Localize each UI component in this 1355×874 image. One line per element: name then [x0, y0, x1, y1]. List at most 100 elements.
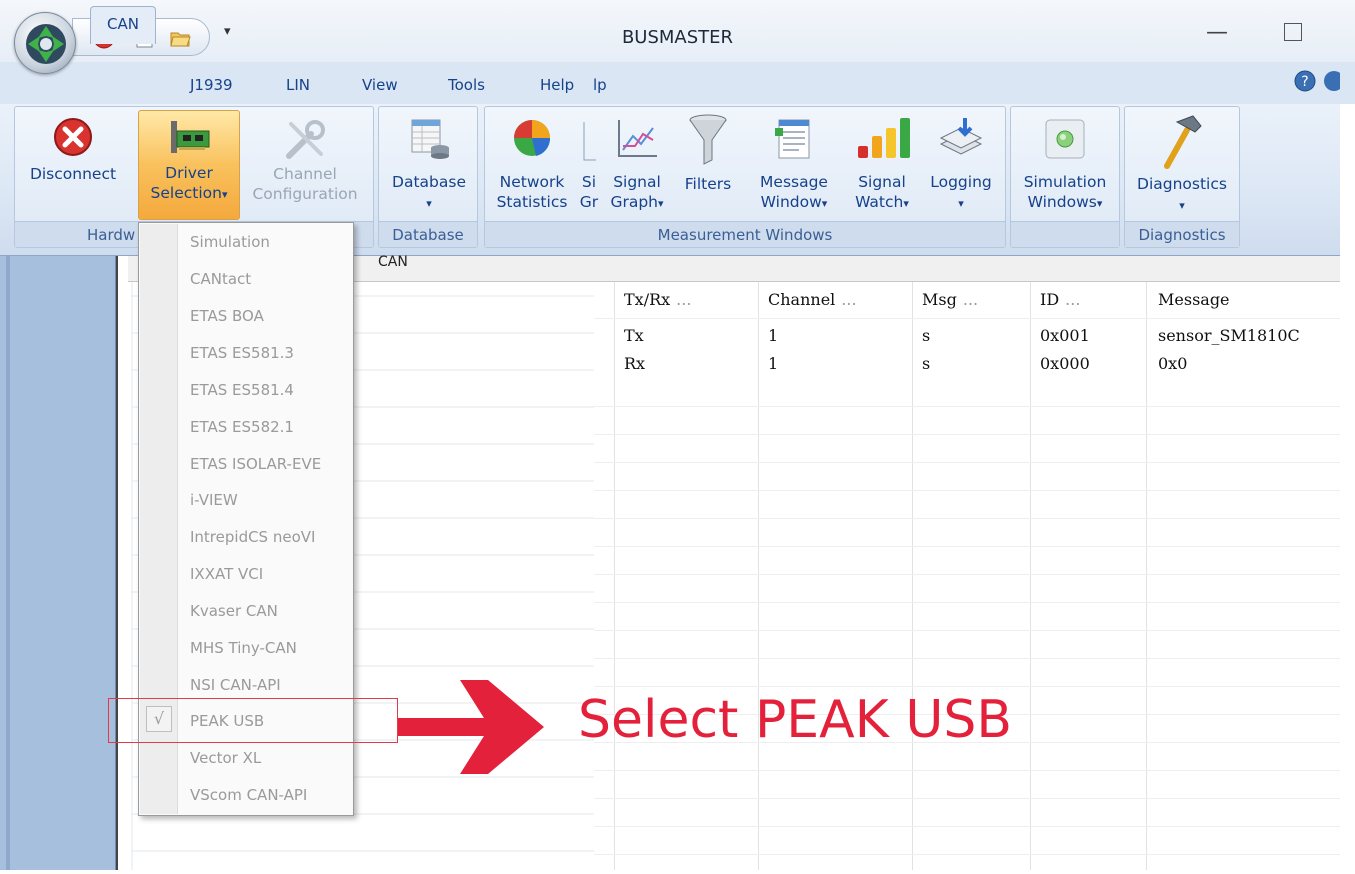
simulation-windows-button[interactable]: Simulation Windows▾: [1014, 116, 1116, 214]
message-window-label-line2: Window: [760, 193, 822, 211]
database-table-icon: [411, 119, 449, 159]
group-label-simulation: [1011, 221, 1119, 247]
group-label-measurement: Measurement Windows: [485, 221, 1005, 247]
table-row-line: [594, 658, 1340, 659]
signal-graph-clipped-button[interactable]: Si Gr: [576, 172, 602, 212]
small-graph-icon: [583, 122, 596, 161]
pie-chart-icon: [514, 120, 551, 156]
chevron-down-icon: ▾: [958, 197, 964, 210]
header-separator: [594, 318, 1340, 319]
signal-watch-label-line2: Watch: [855, 193, 904, 211]
table-cell[interactable]: 0x0: [1158, 354, 1187, 373]
menu-item-etas-boa[interactable]: ETAS BOA: [190, 307, 264, 325]
menu-item-kvaser-can[interactable]: Kvaser CAN: [190, 602, 278, 620]
help-icon[interactable]: ?: [1292, 68, 1340, 94]
channel-label-line2: Configuration: [252, 185, 358, 203]
menu-item-cantact[interactable]: CANtact: [190, 270, 251, 288]
diagnostics-button[interactable]: Diagnostics ▾: [1128, 112, 1236, 216]
table-cell[interactable]: 1: [768, 326, 778, 345]
menu-item-etas-es5813[interactable]: ETAS ES581.3: [190, 344, 294, 362]
column-header-message[interactable]: Message: [1158, 290, 1236, 309]
channel-configuration-button[interactable]: Channel Configuration: [242, 116, 368, 204]
table-row-line: [594, 602, 1340, 603]
network-label-line2: Statistics: [496, 193, 568, 211]
table-row-line: [594, 546, 1340, 547]
tab-can[interactable]: CAN: [90, 6, 156, 44]
network-statistics-button[interactable]: Network Statistics: [490, 116, 574, 212]
logging-button[interactable]: Logging ▾: [922, 116, 1000, 214]
wrench-screwdriver-icon: [286, 120, 325, 159]
column-divider: [1146, 282, 1147, 870]
column-header-msg[interactable]: Msg...: [922, 290, 978, 309]
menu-item-ixxat-vci[interactable]: IXXAT VCI: [190, 565, 263, 583]
tab-tools[interactable]: Tools: [448, 76, 485, 94]
message-window-button[interactable]: Message Window▾: [748, 116, 840, 214]
table-cell[interactable]: sensor_SM1810C: [1158, 326, 1340, 345]
tab-lin[interactable]: LIN: [286, 76, 310, 94]
maximize-icon: [1284, 23, 1302, 41]
pane-header-title: CAN: [378, 254, 408, 270]
filters-label: Filters: [684, 175, 732, 193]
table-row-line: [594, 518, 1340, 519]
menu-item-etas-es5821[interactable]: ETAS ES582.1: [190, 418, 294, 436]
clipped-label-line1: Si: [581, 173, 597, 191]
tab-help[interactable]: Help: [540, 76, 574, 94]
column-header-txrx[interactable]: Tx/Rx...: [624, 290, 691, 309]
simulation-label-line2: Windows: [1027, 193, 1097, 211]
maximize-button[interactable]: [1278, 20, 1308, 48]
tab-label: CAN: [107, 15, 139, 33]
chevron-down-icon: ▾: [1096, 197, 1103, 210]
menu-item-etas-es5814[interactable]: ETAS ES581.4: [190, 381, 294, 399]
database-button[interactable]: Database ▾: [384, 116, 474, 214]
table-cell[interactable]: Tx: [624, 326, 644, 345]
diagnostics-label: Diagnostics: [1137, 175, 1227, 193]
line-graph-icon: [618, 120, 657, 157]
column-header-channel[interactable]: Channel...: [768, 290, 857, 309]
message-table: [594, 282, 1340, 870]
menu-item-vector-xl[interactable]: Vector XL: [190, 749, 261, 767]
disconnect-button[interactable]: Disconnect: [20, 116, 126, 184]
signal-watch-button[interactable]: Signal Watch▾: [846, 116, 918, 214]
table-row-line: [594, 434, 1340, 435]
chevron-down-icon: ▾: [1179, 199, 1185, 212]
peak-usb-highlight-box: [108, 698, 398, 743]
table-cell[interactable]: 0x001: [1040, 326, 1090, 345]
column-header-id[interactable]: ID...: [1040, 290, 1080, 309]
sidebar-edge: [6, 256, 10, 870]
column-divider: [614, 282, 615, 870]
minimize-button[interactable]: —: [1202, 20, 1232, 48]
driver-card-icon: [171, 121, 210, 153]
filters-button[interactable]: Filters: [676, 112, 740, 194]
menu-item-nsi-can-api[interactable]: NSI CAN-API: [190, 676, 281, 694]
menu-item-intrepidcs-neovi[interactable]: IntrepidCS neoVI: [190, 528, 315, 546]
tab-j1939[interactable]: J1939: [190, 76, 233, 94]
signal-watch-label-line1: Signal: [858, 173, 906, 191]
logging-label: Logging: [930, 173, 992, 191]
table-row-line: [594, 770, 1340, 771]
app-menu-orb[interactable]: [14, 12, 76, 74]
disconnect-icon: [54, 118, 92, 156]
column-divider: [912, 282, 913, 870]
table-row-line: [594, 462, 1340, 463]
driver-label-line1: Driver: [165, 164, 213, 182]
signal-graph-button[interactable]: Signal Graph▾: [604, 116, 670, 214]
driver-selection-button[interactable]: Driver Selection▾: [138, 110, 240, 220]
menu-item-etas-isolar-eve[interactable]: ETAS ISOLAR-EVE: [190, 455, 321, 473]
table-cell[interactable]: 0x000: [1040, 354, 1090, 373]
channel-label-line1: Channel: [273, 165, 337, 183]
table-cell[interactable]: Rx: [624, 354, 645, 373]
menu-item-mhs-tiny-can[interactable]: MHS Tiny-CAN: [190, 639, 297, 657]
table-row-line: [594, 798, 1340, 799]
message-window-label-line1: Message: [760, 173, 828, 191]
table-cell[interactable]: s: [922, 326, 930, 345]
menu-item-i-view[interactable]: i-VIEW: [190, 491, 238, 509]
menu-item-simulation[interactable]: Simulation: [190, 233, 270, 251]
menu-item-vscom-can-api[interactable]: VScom CAN-API: [190, 786, 307, 804]
annotation-text: Select PEAK USB: [578, 690, 1013, 750]
tab-view[interactable]: View: [362, 76, 398, 94]
table-cell[interactable]: 1: [768, 354, 778, 373]
simulation-node-icon: [1045, 119, 1085, 159]
table-row-line: [594, 854, 1340, 855]
table-cell[interactable]: s: [922, 354, 930, 373]
chevron-down-icon: ▾: [821, 197, 828, 210]
